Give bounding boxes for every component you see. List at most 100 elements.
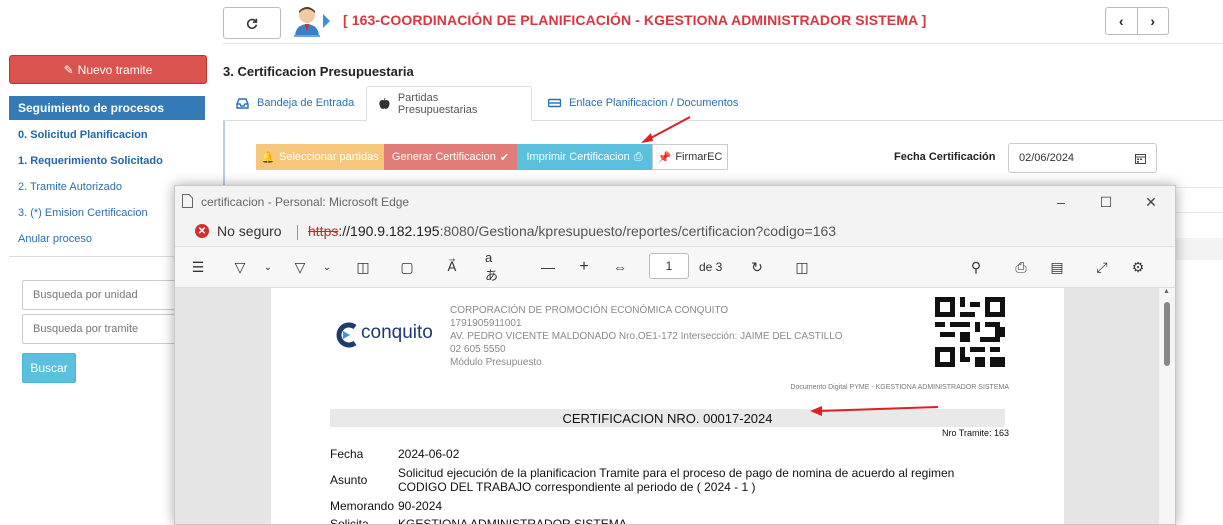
chevron-right-icon[interactable]: › bbox=[1138, 8, 1169, 34]
text-box-icon[interactable]: ▢ bbox=[397, 258, 417, 276]
fecha-label: Fecha bbox=[330, 447, 364, 461]
select-partidas-button[interactable]: 🔔 Seleccionar partidas bbox=[256, 144, 384, 170]
save-icon[interactable]: ▤ bbox=[1047, 258, 1067, 276]
check-circle-icon: ✔ bbox=[499, 151, 510, 164]
chevron-left-icon[interactable]: ‹ bbox=[1106, 8, 1138, 34]
sidebar-item-requerimiento[interactable]: 1. Requerimiento Solicitado bbox=[18, 155, 163, 167]
user-avatar bbox=[292, 5, 322, 37]
section-title: 3. Certificacion Presupuestaria bbox=[223, 64, 414, 79]
button-label: Seleccionar partidas bbox=[279, 151, 379, 163]
sidebar-item-anular[interactable]: Anular proceso bbox=[18, 233, 92, 245]
company-name: CORPORACIÓN DE PROMOCIÓN ECONÓMICA CONQU… bbox=[450, 305, 729, 316]
company-phone: 02 605 5550 bbox=[450, 344, 506, 355]
search-unit-input[interactable] bbox=[22, 280, 192, 310]
not-secure-icon: ✕ bbox=[195, 224, 209, 238]
search-icon[interactable]: ⚲ bbox=[966, 258, 986, 276]
pdf-toolbar: ☰ ▽ ⌄ ▽ ⌄ ◫ ▢ A⃗ aあ — + ⇔ 1 de 3 ↻ ◫ ⚲ ⎙… bbox=[175, 247, 1175, 288]
asunto-line-1: Solicitud ejecución de la planificacion … bbox=[398, 466, 955, 480]
window-title: certificacion - Personal: Microsoft Edge bbox=[201, 195, 410, 209]
sidebar-item-autorizado[interactable]: 2. Tramite Autorizado bbox=[18, 181, 122, 193]
eraser-icon[interactable]: ◫ bbox=[353, 258, 373, 276]
fecha-cert-input[interactable]: 02/06/2024 bbox=[1008, 143, 1157, 173]
sidebar-item-emision[interactable]: 3. (*) Emision Certificacion bbox=[18, 207, 148, 219]
url-path: :8080/Gestiona/kpresupuesto/reportes/cer… bbox=[439, 223, 837, 239]
tab-enlace[interactable]: Enlace Planificacion / Documentos bbox=[536, 86, 750, 120]
maximize-icon[interactable]: ☐ bbox=[1096, 192, 1116, 212]
inbox-icon bbox=[236, 97, 249, 109]
bell-icon: 🔔 bbox=[261, 151, 276, 164]
divider bbox=[1176, 187, 1223, 188]
edge-window: certificacion - Personal: Microsoft Edge… bbox=[174, 185, 1176, 525]
new-tramite-label: Nuevo tramite bbox=[77, 62, 153, 77]
print-icon: ⎙ bbox=[633, 150, 643, 163]
scroll-up-icon[interactable]: ▲ bbox=[1163, 288, 1170, 295]
generate-cert-button[interactable]: Generar Certificacion ✔ bbox=[384, 144, 517, 170]
translate-icon[interactable]: aあ bbox=[485, 250, 505, 283]
calendar-icon[interactable] bbox=[1135, 153, 1146, 164]
company-ruc: 1791905911001 bbox=[450, 318, 522, 329]
qr-code-icon bbox=[935, 297, 1005, 367]
page-number-input[interactable]: 1 bbox=[649, 253, 689, 279]
cert-title-bar: CERTIFICACION NRO. 00017-2024 bbox=[330, 409, 1005, 427]
solicita-label: Solicita bbox=[330, 517, 369, 525]
highlight-icon[interactable]: ▽ bbox=[230, 258, 250, 276]
new-tramite-button[interactable]: ✎ Nuevo tramite bbox=[9, 55, 207, 84]
page-icon bbox=[182, 194, 193, 208]
refresh-button[interactable] bbox=[223, 7, 281, 39]
contents-icon[interactable]: ☰ bbox=[188, 258, 208, 276]
minimize-icon[interactable]: – bbox=[1051, 192, 1071, 212]
company-module: Módulo Presupuesto bbox=[450, 357, 542, 368]
print-cert-button[interactable]: Imprimir Certificacion ⎙ bbox=[517, 144, 652, 170]
divider bbox=[1176, 212, 1223, 213]
title-caret-icon bbox=[323, 14, 330, 28]
conquito-logo-icon bbox=[336, 322, 357, 348]
fit-page-icon[interactable]: ⇔ bbox=[610, 258, 630, 276]
pdf-scrollbar[interactable]: ▲ bbox=[1159, 288, 1175, 524]
fecha-cert-label: Fecha Certificación bbox=[894, 151, 996, 163]
close-icon[interactable]: ✕ bbox=[1141, 192, 1161, 212]
rotate-icon[interactable]: ↻ bbox=[747, 258, 767, 276]
gear-icon[interactable]: ⚙ bbox=[1128, 258, 1148, 276]
url-host: ://190.9.182.195 bbox=[338, 223, 440, 239]
search-tramite-input[interactable] bbox=[22, 314, 192, 344]
chevron-down-icon[interactable]: ⌄ bbox=[258, 258, 278, 276]
address-bar[interactable]: ✕ No seguro https://190.9.182.195:8080/G… bbox=[175, 217, 1175, 247]
button-label: FirmarEC bbox=[675, 151, 723, 163]
url-scheme: https bbox=[308, 223, 339, 239]
sidebar-item-solicitud[interactable]: 0. Solicitud Planificacion bbox=[18, 129, 148, 141]
pager-nav: ‹ › bbox=[1105, 7, 1169, 35]
panel-border bbox=[223, 121, 225, 191]
divider bbox=[297, 225, 298, 240]
fullscreen-icon[interactable]: ⤢ bbox=[1092, 258, 1112, 276]
pdf-page: conquito CORPORACIÓN DE PROMOCIÓN ECONÓM… bbox=[271, 288, 1064, 525]
button-label: Generar Certificacion bbox=[391, 151, 496, 163]
print-icon[interactable]: ⎙ bbox=[1011, 258, 1031, 276]
cert-title: CERTIFICACION NRO. 00017-2024 bbox=[562, 411, 773, 426]
read-aloud-icon[interactable]: A⃗ bbox=[442, 258, 462, 276]
zoom-in-icon[interactable]: + bbox=[574, 258, 594, 276]
asunto-label: Asunto bbox=[330, 473, 368, 487]
link-icon bbox=[548, 98, 561, 108]
tab-label: Partidas Presupuestarias bbox=[397, 91, 478, 116]
chevron-down-icon[interactable]: ⌄ bbox=[317, 258, 337, 276]
scrollbar-thumb[interactable] bbox=[1164, 302, 1170, 366]
tab-label: Bandeja de Entrada bbox=[257, 97, 355, 109]
fecha-value: 02/06/2024 bbox=[1019, 152, 1075, 164]
button-label: Imprimir Certificacion bbox=[526, 151, 630, 163]
pdf-viewport[interactable]: conquito CORPORACIÓN DE PROMOCIÓN ECONÓM… bbox=[175, 288, 1175, 525]
zoom-out-icon[interactable]: — bbox=[538, 258, 558, 276]
page-title: [ 163-COORDINACIÓN DE PLANIFICACIÓN - KG… bbox=[343, 12, 927, 28]
tab-partidas[interactable]: Partidas Presupuestarias bbox=[366, 86, 532, 121]
page-count: de 3 bbox=[699, 260, 723, 274]
refresh-icon bbox=[246, 18, 258, 29]
url-text[interactable]: https://190.9.182.195:8080/Gestiona/kpre… bbox=[308, 223, 836, 239]
logo-text: conquito bbox=[361, 322, 433, 343]
memorando-label: Memorando bbox=[330, 499, 395, 513]
tab-bandeja[interactable]: Bandeja de Entrada bbox=[224, 86, 366, 120]
draw-icon[interactable]: ▽ bbox=[290, 258, 310, 276]
tab-label: Enlace Planificacion / Documentos bbox=[569, 97, 739, 109]
page-view-icon[interactable]: ◫ bbox=[792, 258, 812, 276]
search-button[interactable]: Buscar bbox=[22, 353, 76, 383]
company-address: AV. PEDRO VICENTE MALDONADO Nro.OE1-172 … bbox=[450, 331, 843, 342]
firmarec-button[interactable]: 📌 FirmarEC bbox=[652, 144, 728, 170]
